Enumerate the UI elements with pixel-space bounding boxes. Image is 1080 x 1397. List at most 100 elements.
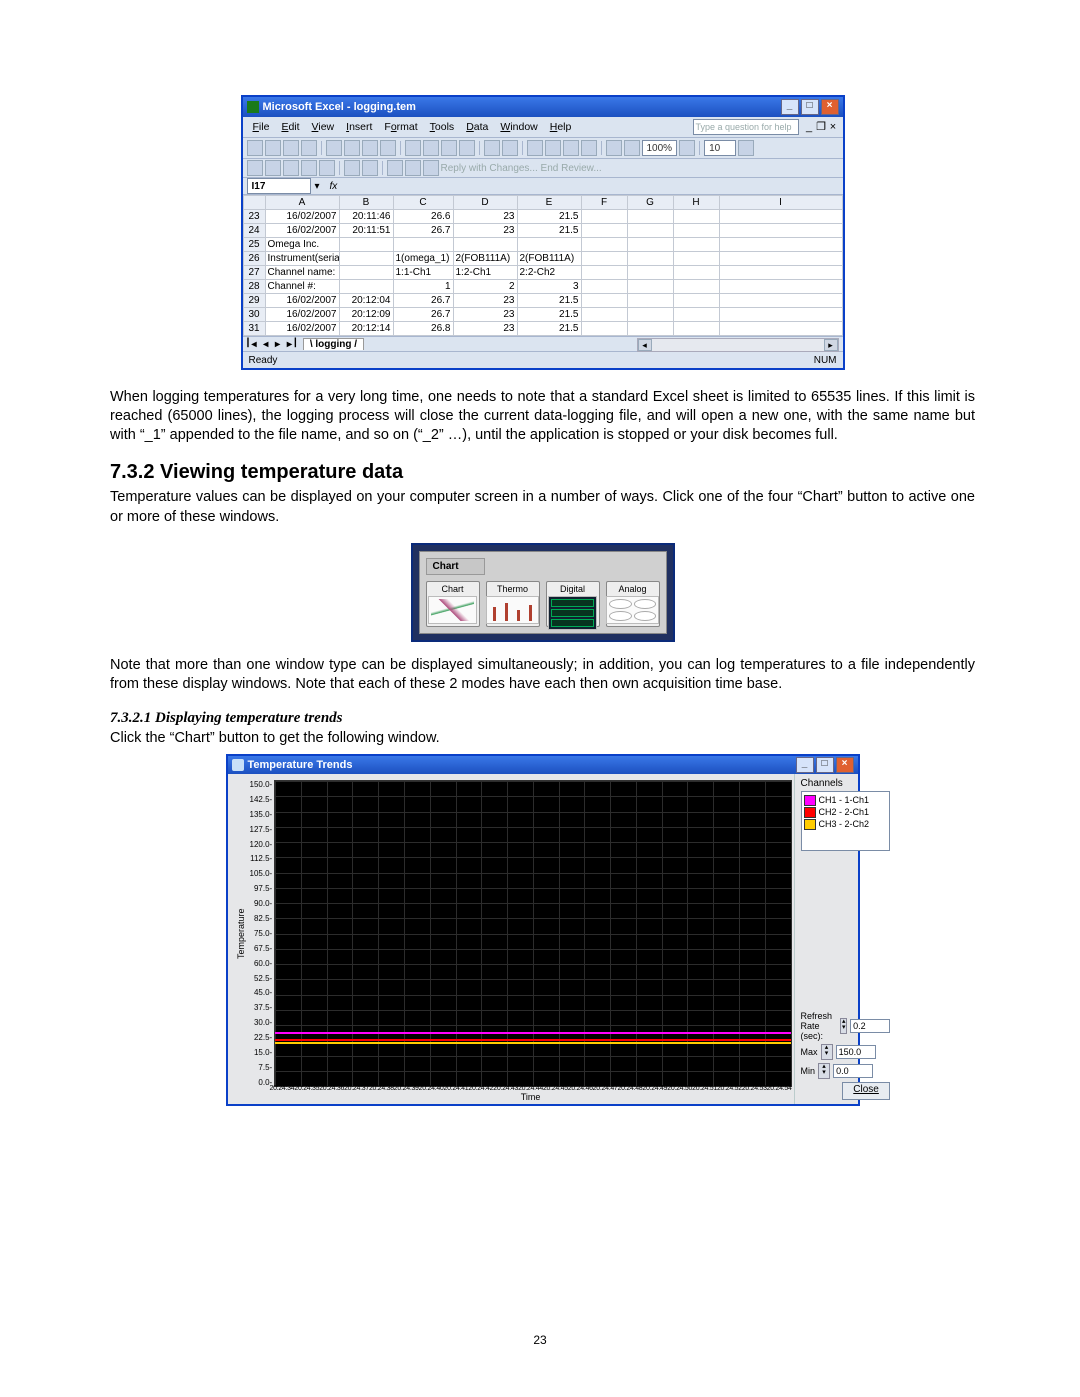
sheet-tab-logging[interactable]: \ logging / [303, 338, 364, 350]
x-axis-label: Time [270, 1092, 792, 1102]
spelling-icon[interactable] [362, 140, 378, 156]
save-icon[interactable] [283, 140, 299, 156]
min-input[interactable] [833, 1064, 873, 1078]
excel-window: Microsoft Excel - logging.tem _ □ × File… [241, 95, 845, 370]
permission-icon[interactable] [301, 140, 317, 156]
excel-app-icon [247, 101, 259, 113]
trends-minimize-button[interactable]: _ [796, 757, 814, 773]
name-box[interactable]: I17 [247, 178, 311, 194]
paragraph-logging-limit: When logging temperatures for a very lon… [110, 388, 975, 445]
chart-button-thermo[interactable]: Thermo [486, 581, 540, 627]
paste-icon[interactable] [441, 140, 457, 156]
rev-icon-4[interactable] [301, 160, 317, 176]
new-icon[interactable] [247, 140, 263, 156]
zoom-box[interactable]: 100% [642, 140, 678, 156]
horizontal-scrollbar[interactable]: ◂ ▸ [637, 338, 839, 352]
menu-tools[interactable]: Tools [424, 121, 461, 133]
rev-icon-7[interactable] [362, 160, 378, 176]
chart-buttons-figure: Chart Chart Thermo Digital Analog [411, 543, 675, 642]
channels-header: Channels [801, 778, 891, 789]
scroll-left-icon[interactable]: ◂ [638, 339, 652, 351]
chart-button-analog[interactable]: Analog [606, 581, 660, 627]
paragraph-click-chart: Click the “Chart” button to get the foll… [110, 729, 975, 748]
paragraph-chart-intro: Temperature values can be displayed on y… [110, 488, 975, 526]
cut-icon[interactable] [405, 140, 421, 156]
refresh-rate-input[interactable] [850, 1019, 890, 1033]
rev-icon-8[interactable] [387, 160, 403, 176]
excel-grid[interactable]: ABCDEFGHI2316/02/200720:11:4626.62321.52… [243, 195, 843, 336]
help-icon[interactable] [679, 140, 695, 156]
rev-icon-5[interactable] [319, 160, 335, 176]
trends-title: Temperature Trends [248, 759, 353, 771]
copy-icon[interactable] [423, 140, 439, 156]
temperature-trends-window: Temperature Trends _ □ × Temperature 150… [226, 754, 860, 1106]
namebox-dropdown-icon[interactable]: ▾ [315, 181, 320, 192]
trends-app-icon [232, 759, 244, 771]
close-button[interactable]: × [821, 99, 839, 115]
excel-formula-bar: I17 ▾ fx [243, 178, 843, 195]
doc-close-button[interactable]: × [828, 122, 839, 133]
min-spinner[interactable]: ▴▾ [818, 1063, 830, 1079]
max-input[interactable] [836, 1045, 876, 1059]
undo-icon[interactable] [484, 140, 500, 156]
preview-icon[interactable] [344, 140, 360, 156]
chart-wizard-icon[interactable] [606, 140, 622, 156]
refresh-rate-spinner[interactable]: ▴▾ [840, 1018, 847, 1034]
fx-label[interactable]: fx [330, 181, 338, 192]
trends-close-button[interactable]: × [836, 757, 854, 773]
menu-edit[interactable]: Edit [275, 121, 305, 133]
doc-restore-button[interactable]: ❐ [816, 122, 827, 133]
scroll-right-icon[interactable]: ▸ [824, 339, 838, 351]
sort-desc-icon[interactable] [581, 140, 597, 156]
y-axis-ticks: 150.0-142.5-135.0-127.5-120.0-112.5-105.… [248, 780, 275, 1087]
hyperlink-icon[interactable] [527, 140, 543, 156]
minimize-button[interactable]: _ [781, 99, 799, 115]
menu-format[interactable]: Format [378, 121, 423, 133]
menu-file[interactable]: File [247, 121, 276, 133]
max-spinner[interactable]: ▴▾ [821, 1044, 833, 1060]
rev-icon-3[interactable] [283, 160, 299, 176]
redo-icon[interactable] [502, 140, 518, 156]
excel-statusbar: Ready NUM [243, 351, 843, 368]
autosum-icon[interactable] [545, 140, 561, 156]
excel-sheet-tabs: ꟾ◂ ◂ ▸ ▸ꟾ \ logging / ◂ ▸ [243, 336, 843, 351]
sheet-nav-buttons[interactable]: ꟾ◂ ◂ ▸ ▸ꟾ [247, 339, 299, 350]
rev-icon-2[interactable] [265, 160, 281, 176]
chart-button-digital[interactable]: Digital [546, 581, 600, 627]
format-painter-icon[interactable] [459, 140, 475, 156]
page-number: 23 [0, 1333, 1080, 1347]
trends-chart-area: Temperature 150.0-142.5-135.0-127.5-120.… [228, 774, 794, 1104]
excel-reviewing-toolbar: Reply with Changes... End Review... [243, 159, 843, 178]
channels-legend[interactable]: CH1 - 1-Ch1CH2 - 2-Ch1CH3 - 2-Ch2 [801, 791, 891, 851]
doc-minimize-button[interactable]: _ [804, 122, 815, 133]
rev-icon-10[interactable] [423, 160, 439, 176]
rev-icon-1[interactable] [247, 160, 263, 176]
chart-button-chart[interactable]: Chart [426, 581, 480, 627]
trends-plot[interactable] [274, 780, 791, 1087]
research-icon[interactable] [380, 140, 396, 156]
maximize-button[interactable]: □ [801, 99, 819, 115]
sort-asc-icon[interactable] [563, 140, 579, 156]
menu-view[interactable]: View [306, 121, 341, 133]
menu-window[interactable]: Window [494, 121, 543, 133]
trends-maximize-button[interactable]: □ [816, 757, 834, 773]
excel-standard-toolbar: 100% 10 [243, 138, 843, 159]
open-icon[interactable] [265, 140, 281, 156]
excel-title: Microsoft Excel - logging.tem [263, 101, 416, 113]
menu-insert[interactable]: Insert [340, 121, 378, 133]
more-icon[interactable] [738, 140, 754, 156]
font-size-box[interactable]: 10 [704, 140, 736, 156]
trends-close-panel-button[interactable]: Close [842, 1082, 890, 1100]
help-question-box[interactable]: Type a question for help [693, 119, 799, 135]
rev-icon-9[interactable] [405, 160, 421, 176]
menu-help[interactable]: Help [544, 121, 578, 133]
max-label: Max [801, 1047, 818, 1057]
excel-titlebar: Microsoft Excel - logging.tem _ □ × [243, 97, 843, 117]
print-icon[interactable] [326, 140, 342, 156]
drawing-icon[interactable] [624, 140, 640, 156]
trends-side-panel: Channels CH1 - 1-Ch1CH2 - 2-Ch1CH3 - 2-C… [794, 774, 897, 1104]
menu-data[interactable]: Data [460, 121, 494, 133]
excel-menubar: File Edit View Insert Format Tools Data … [243, 117, 843, 138]
refresh-rate-label: Refresh Rate (sec): [801, 1011, 838, 1041]
rev-icon-6[interactable] [344, 160, 360, 176]
